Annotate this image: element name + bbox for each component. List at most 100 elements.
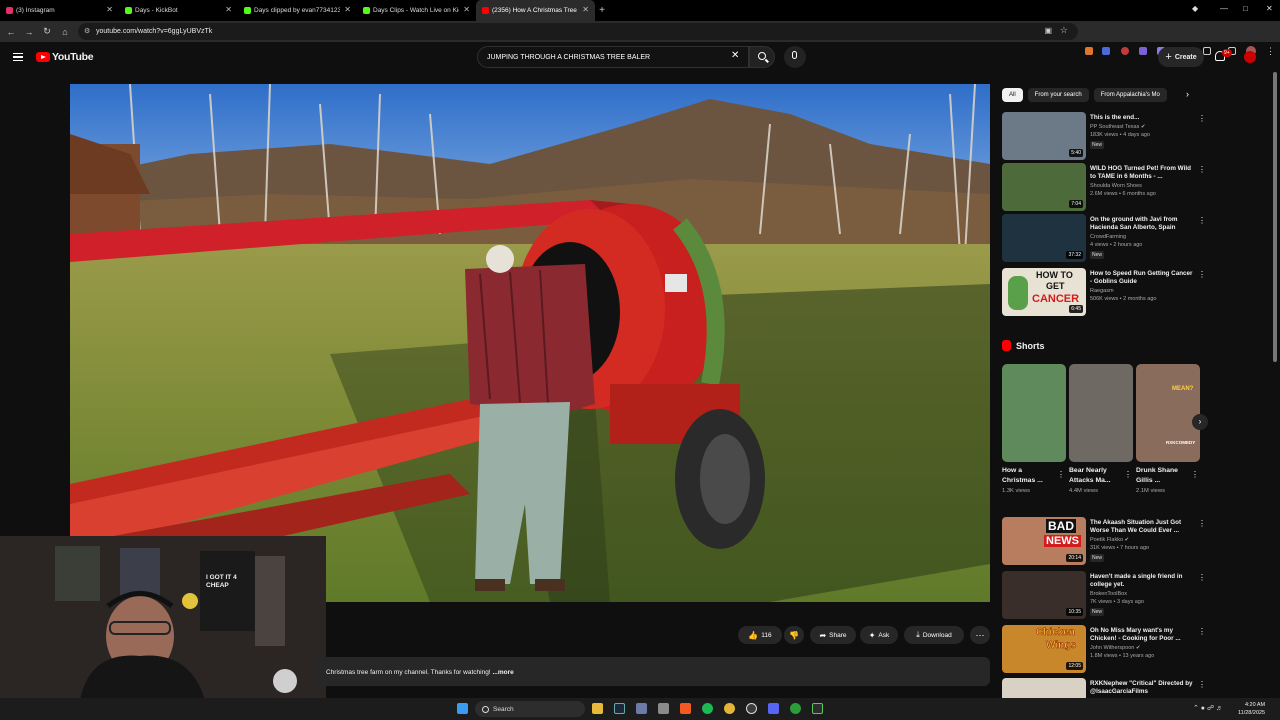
reload-icon[interactable]: ↻ <box>38 26 56 37</box>
forward-icon[interactable]: → <box>20 27 38 37</box>
tab-close-icon[interactable]: ✕ <box>582 5 589 14</box>
short-card[interactable]: Bear Nearly Attacks Ma... 4.4M views ⋮ <box>1069 364 1133 494</box>
recommended-video[interactable]: BAD NEWS 20:14 The Akaash Situation Just Go… <box>1002 517 1206 565</box>
channel-name[interactable]: John Witherspoon ✔ <box>1090 645 1140 652</box>
video-thumbnail[interactable]: 7:04 <box>1002 163 1086 211</box>
tab-close-icon[interactable]: ✕ <box>463 5 470 14</box>
more-vertical-icon[interactable]: ⋮ <box>1198 114 1206 123</box>
home-icon[interactable]: ⌂ <box>56 27 74 37</box>
more-actions-button[interactable]: ⋯ <box>970 626 990 644</box>
taskbar-search[interactable]: Search <box>475 701 585 717</box>
filter-chip[interactable]: From Appalachia's Mo <box>1093 88 1167 102</box>
browser-tab[interactable]: (2356) How A Christmas Tree B ✕ <box>476 0 595 21</box>
video-thumbnail[interactable]: 37:32 <box>1002 214 1086 262</box>
back-icon[interactable]: ← <box>2 27 20 37</box>
more-vertical-icon[interactable]: ⋮ <box>1124 470 1132 479</box>
clear-search-icon[interactable]: ✕ <box>731 50 739 61</box>
recommended-video[interactable]: 7:04 WILD HOG Turned Pet! From Wild to TA… <box>1002 163 1206 211</box>
discord-icon[interactable] <box>768 703 779 714</box>
system-tray-icons[interactable]: ⌃ ● ☍ ♬ <box>1193 704 1223 712</box>
chrome-icon[interactable] <box>724 703 735 714</box>
tab-close-icon[interactable]: ✕ <box>225 5 232 14</box>
site-info-icon[interactable]: ⚙ <box>84 27 90 35</box>
more-vertical-icon[interactable]: ⋮ <box>1198 270 1206 279</box>
video-player[interactable] <box>70 84 990 602</box>
settings-gear-icon[interactable] <box>636 703 647 714</box>
browser-tab[interactable]: Days clipped by evan7734123 ✕ <box>238 0 357 21</box>
clock[interactable]: 4:20 AM 11/28/2025 <box>1238 701 1265 717</box>
channel-name[interactable]: Poetik Flakko ✔ <box>1090 537 1129 544</box>
browser-tab[interactable]: Days - KickBot ✕ <box>119 0 238 21</box>
hamburger-menu-icon[interactable] <box>13 53 23 61</box>
description-more-link[interactable]: ...more <box>492 669 513 676</box>
obs-icon[interactable] <box>746 703 757 714</box>
youtube-logo[interactable]: YouTube <box>36 51 94 63</box>
minimize-window-icon[interactable]: — <box>1220 4 1228 13</box>
short-title[interactable]: Bear Nearly Attacks Ma... <box>1069 466 1123 486</box>
tab-close-icon[interactable]: ✕ <box>344 5 351 14</box>
short-thumbnail[interactable]: MEAN? RXKCOMEDY <box>1136 364 1200 462</box>
browser-tab[interactable]: Days Clips - Watch Live on Kick ✕ <box>357 0 476 21</box>
download-button[interactable]: ⤓ Download <box>904 626 964 644</box>
recommended-video[interactable]: 37:32 On the ground with Javi from Hacien… <box>1002 214 1206 262</box>
video-thumbnail[interactable]: 5:40 <box>1002 112 1086 160</box>
maximize-window-icon[interactable]: □ <box>1243 4 1248 13</box>
more-vertical-icon[interactable]: ⋮ <box>1198 519 1206 528</box>
address-bar[interactable]: ⚙ youtube.com/watch?v=6ggLyUBVzTk ▣ ☆ <box>78 23 1078 40</box>
video-title[interactable]: On the ground with Javi from Hacienda Sa… <box>1090 216 1196 232</box>
channel-name[interactable]: Raegasm <box>1090 288 1114 295</box>
install-icon[interactable]: ▣ <box>1044 26 1052 35</box>
more-vertical-icon[interactable]: ⋮ <box>1198 573 1206 582</box>
video-thumbnail[interactable]: HOW TO GET CANCER 6:45 <box>1002 268 1086 316</box>
tab-close-icon[interactable]: ✕ <box>106 5 113 14</box>
more-vertical-icon[interactable]: ⋮ <box>1191 470 1199 479</box>
video-thumbnail[interactable]: BAD NEWS 20:14 <box>1002 517 1086 565</box>
more-vertical-icon[interactable]: ⋮ <box>1198 216 1206 225</box>
short-title[interactable]: How a Christmas ... <box>1002 466 1056 486</box>
recommended-video[interactable]: Chicken Wings 12:05 Oh No Miss Mary want's … <box>1002 625 1206 673</box>
xbox-icon[interactable] <box>790 703 801 714</box>
more-vertical-icon[interactable]: ⋮ <box>1057 470 1065 479</box>
video-title[interactable]: The Akaash Situation Just Got Worse Than… <box>1090 519 1196 535</box>
spotify-icon[interactable] <box>702 703 713 714</box>
short-card[interactable]: How a Christmas ... 1.3K views ⋮ <box>1002 364 1066 494</box>
recommended-video[interactable]: 5:40 This is the end... PP Southeast Texas… <box>1002 112 1206 160</box>
new-tab-icon[interactable]: + <box>595 5 609 16</box>
bookmark-star-icon[interactable]: ☆ <box>1060 25 1068 36</box>
browser-tab[interactable]: (3) Instagram ✕ <box>0 0 119 21</box>
video-title[interactable]: Haven't made a single friend in college … <box>1090 573 1196 589</box>
create-button[interactable]: + Create <box>1158 47 1204 67</box>
recommended-video[interactable]: 10:35 Haven't made a single friend in col… <box>1002 571 1206 619</box>
page-scrollbar[interactable] <box>1273 72 1277 362</box>
account-avatar[interactable] <box>1244 51 1256 63</box>
short-card[interactable]: MEAN? RXKCOMEDY Drunk Shane Gillis ... 2.1M… <box>1136 364 1200 494</box>
voice-search-button[interactable] <box>784 46 806 68</box>
short-thumbnail[interactable] <box>1002 364 1066 462</box>
terminal-icon[interactable] <box>812 703 823 714</box>
close-window-icon[interactable]: ✕ <box>1266 4 1273 13</box>
short-title[interactable]: Drunk Shane Gillis ... <box>1136 466 1190 486</box>
channel-name[interactable]: BrokenToolBox <box>1090 591 1127 598</box>
search-input[interactable]: JUMPING THROUGH A CHRISTMAS TREE BALER <box>477 46 749 68</box>
windows-start-icon[interactable] <box>457 703 468 714</box>
steam-icon[interactable] <box>614 703 625 714</box>
search-button[interactable] <box>749 46 775 68</box>
video-title[interactable]: How to Speed Run Getting Cancer - Goblin… <box>1090 270 1196 286</box>
video-thumbnail[interactable]: 10:35 <box>1002 571 1086 619</box>
ask-button[interactable]: ✦ Ask <box>860 626 898 644</box>
file-explorer-icon[interactable] <box>592 703 603 714</box>
video-title[interactable]: RXKNephew "Critical" Directed by @IsaacG… <box>1090 680 1196 696</box>
video-title[interactable]: Oh No Miss Mary want's my Chicken! - Coo… <box>1090 627 1196 643</box>
video-thumbnail[interactable]: Chicken Wings 12:05 <box>1002 625 1086 673</box>
brave-browser-icon[interactable] <box>680 703 691 714</box>
video-title[interactable]: WILD HOG Turned Pet! From Wild to TAME i… <box>1090 165 1196 181</box>
share-button[interactable]: ➦ Share <box>810 626 856 644</box>
tab-search-icon[interactable]: ◆ <box>1192 4 1198 13</box>
channel-name[interactable]: CrowdFarming <box>1090 234 1126 241</box>
more-vertical-icon[interactable]: ⋮ <box>1198 680 1206 689</box>
like-button[interactable]: 👍 116 <box>738 626 782 644</box>
video-title[interactable]: This is the end... <box>1090 114 1196 122</box>
shorts-next-icon[interactable]: › <box>1192 414 1208 430</box>
channel-name[interactable]: Shoulda Worn Shoes <box>1090 183 1142 190</box>
short-thumbnail[interactable] <box>1069 364 1133 462</box>
